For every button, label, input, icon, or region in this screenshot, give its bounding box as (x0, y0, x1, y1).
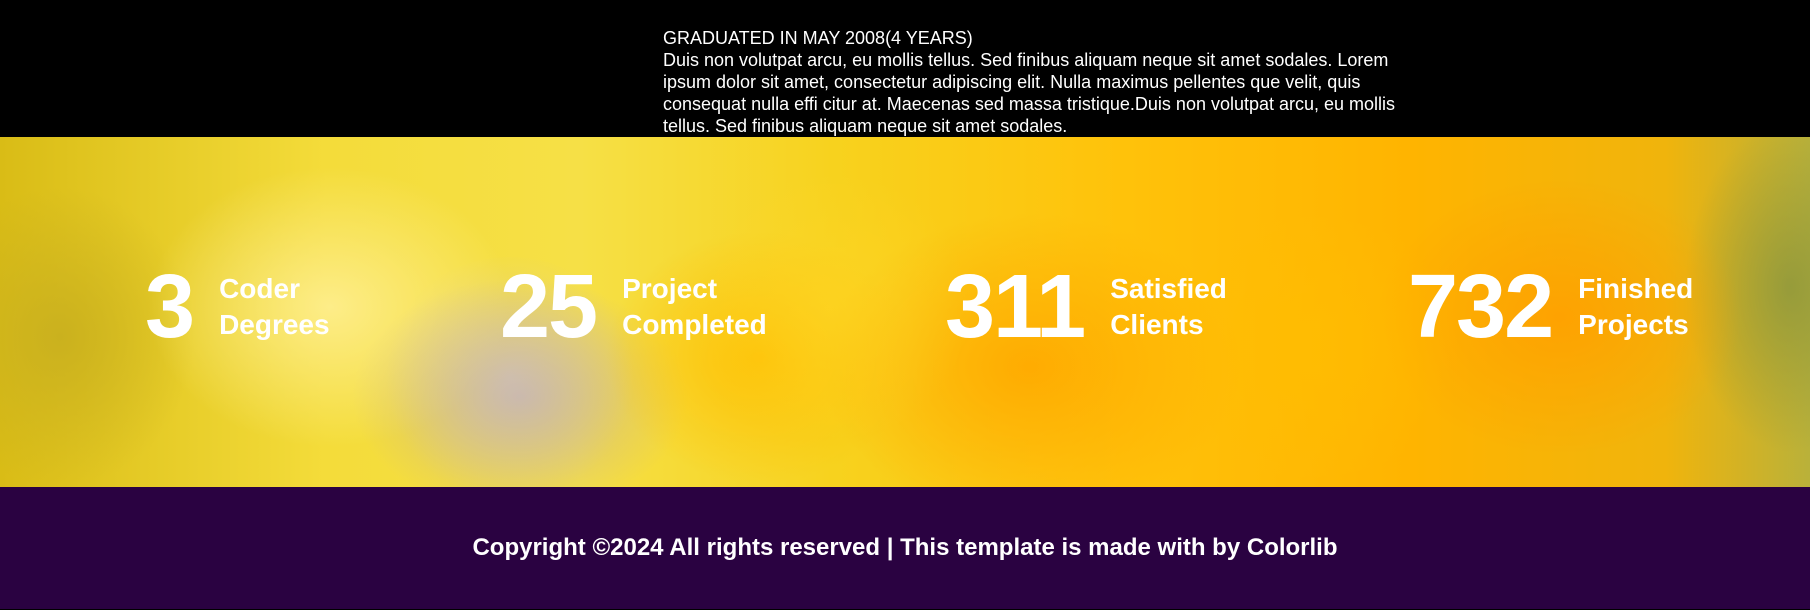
education-description: Duis non volutpat arcu, eu mollis tellus… (663, 50, 1396, 136)
stat-label-line: Satisfied (1110, 273, 1227, 304)
stat-finished-projects: 732 Finished Projects (1408, 262, 1758, 352)
stat-number: 732 (1408, 257, 1554, 357)
stat-coder-degrees: 3 Coder Degrees (145, 262, 399, 352)
stat-label: Coder Degrees (219, 271, 399, 343)
stat-label-line: Projects (1578, 309, 1689, 340)
stat-satisfied-clients: 311 Satisfied Clients (945, 262, 1290, 352)
stat-label: Finished Projects (1578, 271, 1758, 343)
education-entry: GRADUATED IN MAY 2008(4 YEARS) Duis non … (663, 27, 1423, 137)
education-title: GRADUATED IN MAY 2008(4 YEARS) (663, 28, 973, 48)
stat-label-line: Completed (622, 309, 767, 340)
stat-number: 3 (145, 257, 195, 357)
education-section: GRADUATED IN MAY 2008(4 YEARS) Duis non … (0, 0, 1810, 137)
stat-label-line: Project (622, 273, 718, 304)
stat-label: Project Completed (622, 271, 802, 343)
footer: Copyright ©2024 All rights reserved | Th… (0, 487, 1810, 609)
stat-label: Satisfied Clients (1110, 271, 1290, 343)
stat-number: 25 (500, 257, 598, 357)
stat-label-line: Degrees (219, 309, 330, 340)
stat-label-line: Finished (1578, 273, 1694, 304)
stat-label-line: Clients (1110, 309, 1204, 340)
counter-section: 3 Coder Degrees 25 Project Completed 311… (0, 137, 1810, 487)
stat-number: 311 (945, 257, 1086, 357)
stat-project-completed: 25 Project Completed (500, 262, 802, 352)
footer-copyright: Copyright ©2024 All rights reserved | Th… (472, 534, 1338, 561)
stat-label-line: Coder (219, 273, 300, 304)
